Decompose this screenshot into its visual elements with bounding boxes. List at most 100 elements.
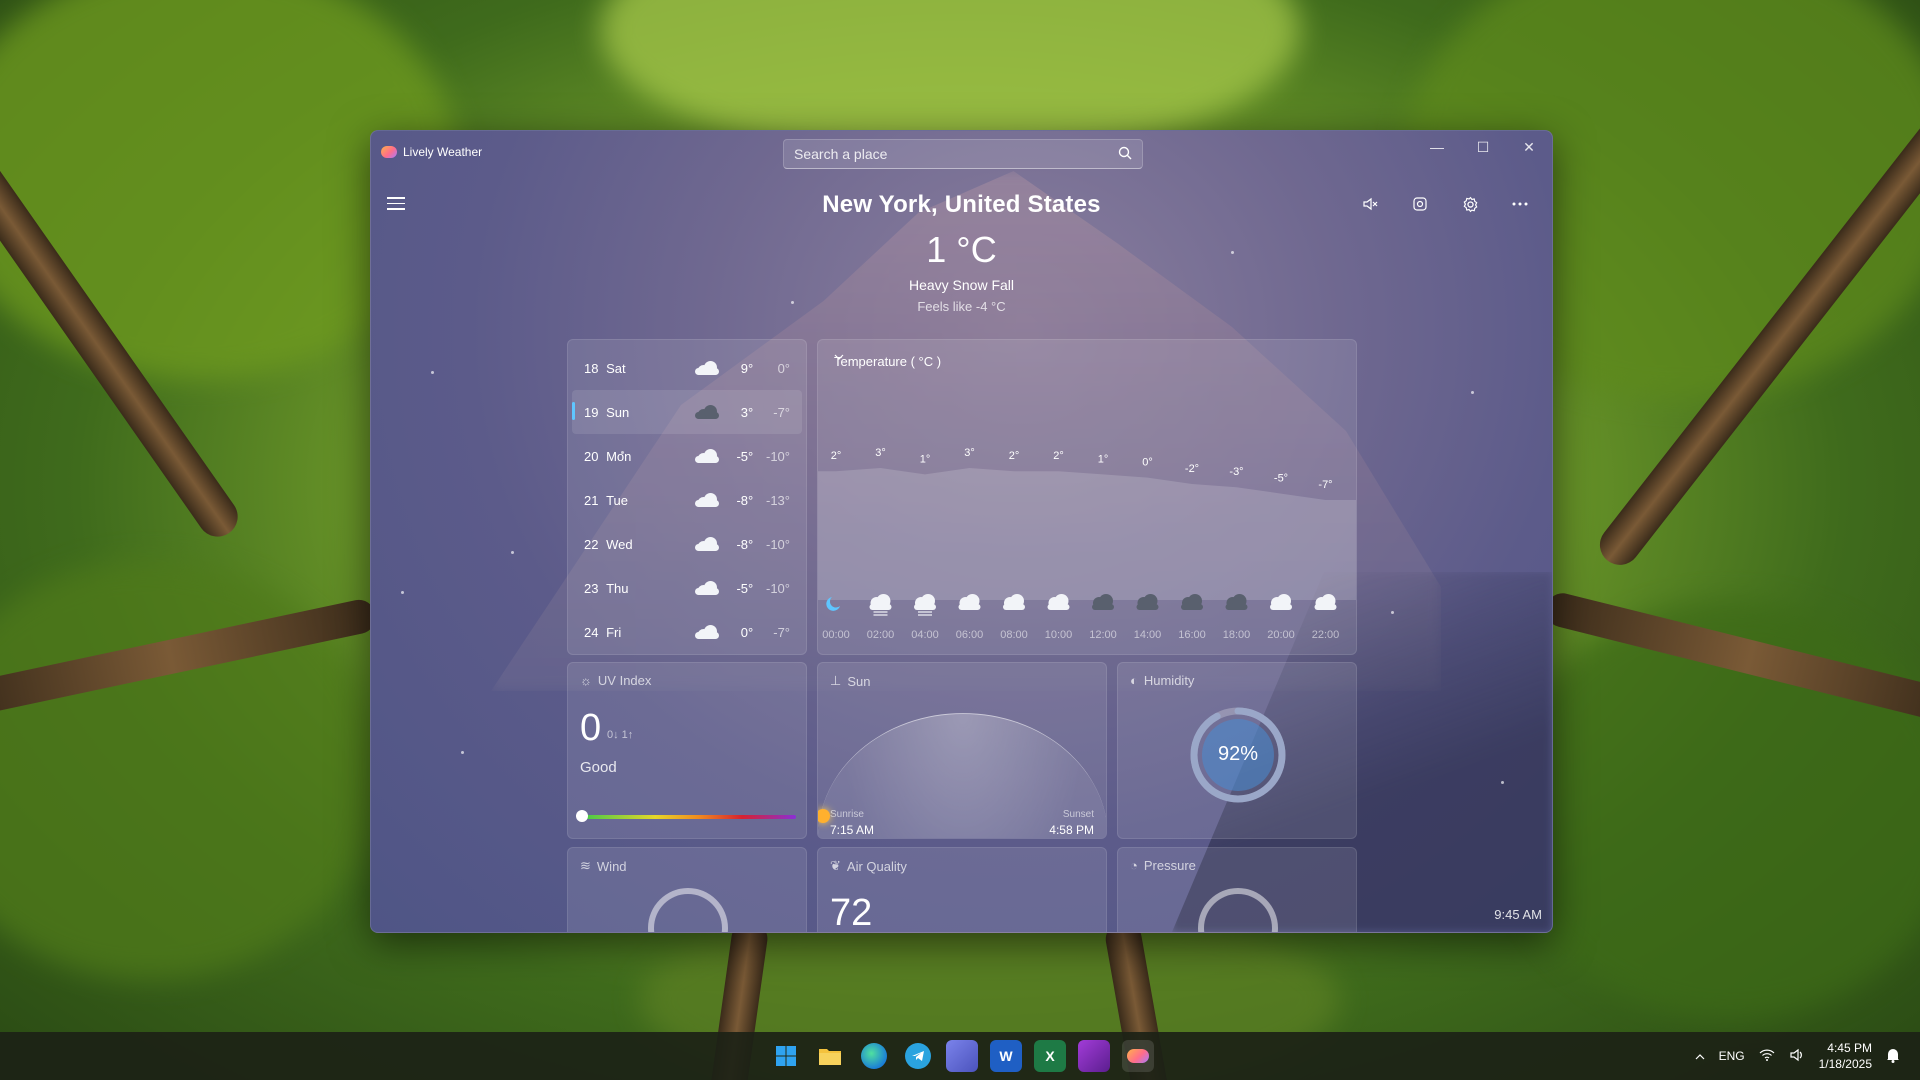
chart-metric-label: Temperature ( °C ) [834,354,942,369]
sun-small-icon: ☼ [580,673,592,688]
hourly-value-label: 2° [831,450,842,462]
cloud-icon [689,361,726,375]
word-icon[interactable]: W [990,1040,1022,1072]
weather-window: Lively Weather Search a place — ☐ ✕ New … [370,130,1553,933]
search-placeholder: Search a place [794,146,888,162]
wind-icon: ≋ [580,858,591,873]
language-indicator[interactable]: ENG [1719,1049,1745,1063]
wind-title-label: Wind [596,858,627,874]
forecast-high: -8° [736,536,754,552]
taskbar-date: 1/18/2025 [1818,1057,1872,1071]
forecast-row[interactable]: 24 Fri 0° -7° [572,610,802,654]
wifi-icon[interactable] [1759,1049,1775,1064]
uv-range: 0↓ 1↑ [607,729,634,741]
uv-scale-bar [580,815,796,819]
hour-tick-label: 20:00 [1267,629,1295,641]
hour-tick-label: 14:00 [1134,629,1162,641]
lively-weather-icon[interactable] [1122,1040,1154,1072]
taskbar-apps: W X [770,1040,1154,1072]
wind-card: ≋ Wind [567,847,807,932]
forecast-high: 3° [740,404,754,420]
uv-title-label: UV Index [597,673,652,688]
forecast-date: 23 [584,580,599,596]
wind-gauge [648,888,728,932]
hour-tick-label: 02:00 [867,629,895,641]
forecast-day: Sat [606,360,626,376]
uv-scale-marker [576,810,588,822]
teams-icon[interactable] [946,1040,978,1072]
forecast-row[interactable]: 21 Tue -8° -13° [572,478,802,522]
edge-icon[interactable] [861,1043,887,1069]
hour-tick-label: 22:00 [1312,629,1340,641]
affinity-icon[interactable] [1078,1040,1110,1072]
forecast-date: 21 [584,492,599,508]
forecast-row[interactable]: 23 Thu -5° -10° [572,566,802,610]
hourly-value-label: 3° [875,447,886,459]
minimize-button[interactable]: — [1414,131,1460,163]
wind-card-title: ≋ Wind [580,858,627,874]
forecast-low: -10° [766,580,790,596]
sun-card-title: ⊥ Sun [830,673,870,689]
chart-metric-dropdown[interactable]: Temperature ( °C ) [834,354,949,369]
hour-tick-label: 12:00 [1089,629,1117,641]
forecast-day: Fri [606,624,622,640]
hourly-value-label: 2° [1053,450,1064,462]
hour-tick-label: 08:00 [1000,629,1028,641]
sunrise-time: 7:15 AM [830,823,875,837]
forecast-low: 0° [777,360,790,376]
taskbar-clock[interactable]: 4:45 PM 1/18/2025 [1819,1040,1872,1072]
excel-icon[interactable]: X [1034,1040,1066,1072]
dark-cloud-icon [689,405,726,419]
hour-tick-label: 18:00 [1223,629,1251,641]
temperature-area [818,468,1356,600]
search-input[interactable]: Search a place [783,139,1143,169]
humidity-card: ◐ Humidity 92% [1117,662,1357,839]
forecast-row[interactable]: 18 Sat 9° 0° [572,346,802,390]
hourly-value-label: -7° [1318,479,1332,491]
forecast-high: -8° [736,492,754,508]
app-logo-icon [381,146,397,158]
forecast-row-selected[interactable]: 19 Sun 3° -7° [572,390,802,434]
hour-tick-label: 10:00 [1045,629,1073,641]
search-icon[interactable] [1118,146,1132,163]
daily-forecast-list: 18 Sat 9° 0° 19 Sun 3° -7° 20 Mon -5° -1… [567,339,807,655]
maximize-button[interactable]: ☐ [1460,131,1506,163]
current-temperature: 1 °C [926,229,997,270]
taskbar: W X ENG 4:45 PM 1/18/2025 [0,1032,1920,1080]
hour-tick-label: 00:00 [822,629,850,641]
hourly-temperature-chart: 2° 00:00 3° 02:00 1° 04:00 3° 06:00 2° 08:00 2° 10:… [818,447,1356,641]
forecast-day: Mon [606,448,632,464]
file-explorer-icon[interactable] [814,1040,846,1072]
forecast-day: Sun [606,404,630,420]
close-button[interactable]: ✕ [1506,131,1552,163]
status-time: 9:45 AM [1494,907,1542,922]
forecast-row[interactable]: 20 Mon -5° -10° [572,434,802,478]
volume-icon[interactable] [1789,1048,1805,1065]
hourly-value-label: -3° [1229,466,1243,478]
telegram-icon[interactable] [905,1043,931,1069]
cloud-icon [689,449,726,463]
forecast-low: -7° [773,624,790,640]
forecast-row[interactable]: 22 Wed -8° -10° [572,522,802,566]
app-title-label: Lively Weather [403,145,483,159]
forecast-date: 22 [584,536,599,552]
windows-start-icon[interactable] [770,1040,802,1072]
air-quality-card-title: ❦ Air Quality [830,858,907,874]
gauge-icon: ◔ [1130,858,1138,873]
chevron-up-icon[interactable] [1695,1049,1705,1063]
cloud-icon [689,625,726,639]
forecast-day: Thu [606,580,629,596]
current-weather: New York, United States 1 °C Heavy Snow … [371,191,1552,314]
sun-title-label: Sun [847,673,871,689]
location-title: New York, United States [822,191,1101,218]
notification-bell-icon[interactable] [1886,1047,1900,1066]
pressure-card-title: ◔ Pressure [1130,858,1196,873]
hourly-chart-card: 2° 00:00 3° 02:00 1° 04:00 3° 06:00 2° 08:00 2° 10:… [817,339,1357,655]
title-bar[interactable]: Lively Weather Search a place — ☐ ✕ [371,131,1552,171]
forecast-high: -5° [736,580,754,596]
cloud-icon [689,537,726,551]
air-quality-card: ❦ Air Quality 72 [817,847,1107,932]
taskbar-time: 4:45 PM [1827,1041,1872,1055]
hourly-value-label: 2° [1009,450,1020,462]
forecast-day: Wed [606,536,633,552]
